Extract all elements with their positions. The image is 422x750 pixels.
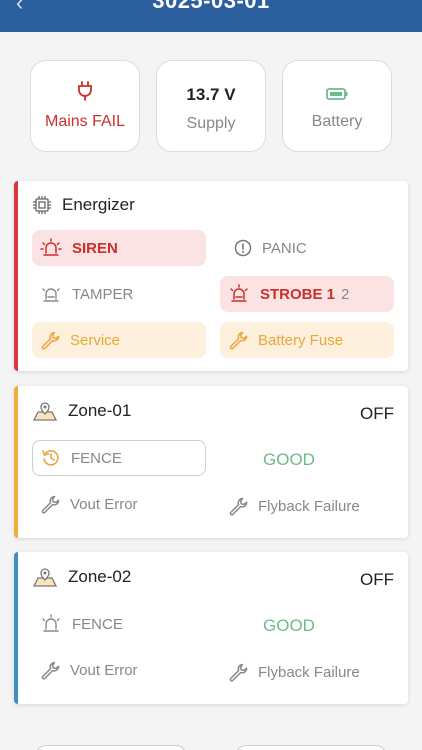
strobe-alarm[interactable]: STROBE 1 2 (220, 276, 394, 312)
zone-header: Zone-01 (32, 400, 131, 422)
flyback-label: Flyback Failure (258, 663, 360, 681)
alert-circle-icon (234, 239, 252, 257)
fence-label: FENCE (71, 449, 122, 467)
plug-icon (78, 81, 92, 101)
zone-accent-bar (14, 552, 18, 704)
zone-title: Zone-01 (68, 401, 132, 420)
tamper-status[interactable]: TAMPER (32, 276, 206, 312)
strobe-count: 2 (341, 285, 350, 303)
zone-accent-bar (14, 386, 18, 538)
vout-label: Vout Error (70, 661, 138, 679)
strobe-siren-icon (230, 284, 248, 302)
vout-error[interactable]: Vout Error (32, 652, 206, 688)
page-title: 3025-03-01 (152, 0, 270, 13)
tamper-label: TAMPER (72, 285, 134, 303)
top-bar: ‹ 3025-03-01 (0, 0, 422, 32)
flyback-failure[interactable]: Flyback Failure (220, 654, 398, 690)
battery-fuse-label: Battery Fuse (258, 331, 344, 349)
fence-status[interactable]: FENCE (32, 440, 206, 476)
map-pin-icon (32, 402, 58, 421)
fence-label: FENCE (72, 615, 123, 633)
zone-card[interactable]: Zone-01 OFF FENCE GOOD Vout Error Flybac… (14, 386, 408, 538)
supply-status-card[interactable]: 13.7 V Supply (156, 60, 266, 152)
history-icon (42, 450, 59, 466)
bottom-button-left[interactable] (36, 745, 186, 750)
wrench-icon (41, 661, 60, 680)
battery-status-card[interactable]: Battery (282, 60, 392, 152)
tamper-siren-icon (42, 288, 60, 302)
panic-status[interactable]: PANIC (226, 230, 396, 266)
service-label: Service (70, 331, 121, 349)
vout-error[interactable]: Vout Error (32, 486, 206, 522)
wrench-icon (41, 495, 60, 514)
fence-good-status: GOOD (263, 616, 315, 635)
wrench-icon (41, 331, 60, 350)
fence-status[interactable]: FENCE (32, 606, 206, 642)
zone-title: Zone-02 (68, 567, 132, 586)
siren-label: SIREN (72, 239, 118, 257)
wrench-icon (229, 331, 248, 350)
fence-good-status: GOOD (263, 450, 315, 469)
energizer-header: Energizer (32, 195, 135, 215)
service-warning[interactable]: Service (32, 322, 206, 358)
zone-card[interactable]: Zone-02 OFF FENCE GOOD Vout Error Flybac… (14, 552, 408, 704)
chip-icon (33, 196, 51, 214)
zone-state: OFF (360, 570, 394, 589)
zone-state: OFF (360, 404, 394, 423)
energizer-title: Energizer (62, 195, 135, 214)
siren-icon (42, 614, 60, 632)
zone-header: Zone-02 (32, 566, 131, 588)
siren-alarm[interactable]: SIREN (32, 230, 206, 266)
wrench-icon (229, 497, 248, 516)
map-pin-icon (32, 568, 58, 587)
battery-icon (326, 88, 348, 100)
panic-label: PANIC (262, 239, 307, 257)
flyback-failure[interactable]: Flyback Failure (220, 488, 398, 524)
bottom-button-right[interactable] (236, 745, 386, 750)
vout-label: Vout Error (70, 495, 138, 513)
mains-label: Mains FAIL (44, 113, 126, 130)
energizer-accent-bar (14, 181, 18, 371)
strobe-label: STROBE 1 (260, 285, 336, 303)
siren-icon (40, 238, 62, 256)
battery-fuse-warning[interactable]: Battery Fuse (220, 322, 394, 358)
flyback-label: Flyback Failure (258, 497, 360, 515)
supply-label: Supply (186, 115, 236, 132)
wrench-icon (229, 663, 248, 682)
battery-label: Battery (311, 113, 363, 130)
energizer-card: Energizer SIREN PANIC TAMPER STROBE 1 2 … (14, 181, 408, 371)
supply-voltage: 13.7 V (186, 85, 236, 104)
mains-status-card[interactable]: Mains FAIL (30, 60, 140, 152)
